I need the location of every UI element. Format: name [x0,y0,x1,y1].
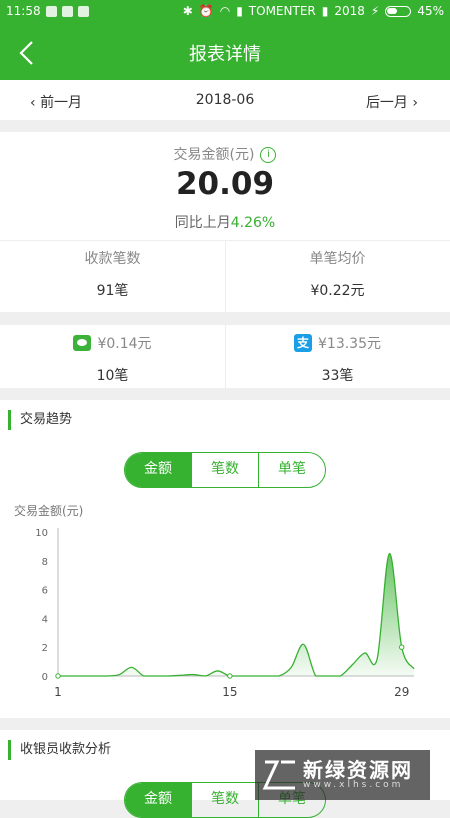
trend-chart: 0 2 4 6 8 10 1 15 29 [35,528,415,699]
watermark-text: 新绿资源网 [303,758,413,782]
page-title: 报表详情 [189,44,261,65]
signal-icon: ▮ [321,4,329,18]
data-point [399,644,405,650]
count-cell: 收款笔数 91笔 [0,248,225,300]
avg-value: ¥0.22元 [310,283,365,299]
status-year: 2018 [334,4,365,18]
x-tick-label: 1 [54,685,62,699]
app-header: 报表详情 [0,24,450,80]
y-tick-label: 10 [35,528,48,539]
summary-card: 交易金额(元) i 20.09 同比上月4.26% 收款笔数 91笔 单笔均价 ¥… [0,132,450,312]
alipay-cell: 支 ¥13.35元 33笔 [225,333,450,385]
notification-icon [77,5,89,17]
data-point [227,673,233,679]
y-tick-label: 2 [42,643,48,654]
status-bar: 11:58 ✱ ⏰ ◠ ▮ TOMENTER ▮ 2018 ⚡ 45% [0,0,450,24]
section-title: 交易趋势 [8,410,72,430]
x-tick-label: 15 [222,685,237,699]
alipay-amount: ¥13.35元 [318,336,381,352]
trend-tab-group: 金额 笔数 单笔 [124,452,326,488]
count-value: 91笔 [96,283,129,299]
status-time: 11:58 [6,4,41,18]
trend-section: 交易趋势 金额 笔数 单笔 交易金额(元) 0 2 4 6 8 10 1 15 29 [0,400,450,718]
notification-icon [61,5,73,17]
yoy-row: 同比上月4.26% [0,212,450,232]
yoy-label: 同比上月 [174,215,231,231]
y-axis-label: 交易金额(元) [14,504,84,518]
avg-cell: 单笔均价 ¥0.22元 [225,248,450,300]
next-month-button[interactable]: 后一月 › [366,92,418,112]
battery-icon [385,5,412,17]
y-tick-label: 4 [42,614,48,625]
y-tick-label: 6 [42,586,48,597]
tab-single[interactable]: 单笔 [258,453,325,487]
month-navigation: ‹ 前一月 2018-06 后一月 › [0,80,450,120]
wechat-amount: ¥0.14元 [97,336,152,352]
alipay-count: 33笔 [321,368,354,384]
watermark-logo-icon [262,760,295,790]
wechat-cell: ¥0.14元 10笔 [0,333,225,385]
series-area [58,553,414,676]
charging-icon: ⚡ [370,4,380,18]
tab-amount[interactable]: 金额 [125,783,191,817]
avg-label: 单笔均价 [309,251,366,267]
tab-count[interactable]: 笔数 [191,783,258,817]
carrier-label: TOMENTER [248,4,316,18]
signal-icon: ▮ [236,4,243,18]
yoy-value: 4.26% [230,215,276,231]
wifi-icon: ◠ [219,4,231,18]
amount-label: 交易金额(元) [173,147,255,163]
battery-percent: 45% [417,4,444,18]
data-point [55,673,61,679]
next-month-label: 后一月 [365,95,408,111]
payment-breakdown: ¥0.14元 10笔 支 ¥13.35元 33笔 [0,325,450,388]
wechat-count: 10笔 [96,368,129,384]
tab-amount[interactable]: 金额 [125,453,191,487]
alipay-icon: 支 [294,334,312,352]
x-tick-label: 29 [394,685,409,699]
section-title: 收银员收款分析 [8,740,111,760]
chevron-right-icon: › [412,95,418,111]
wechat-pay-icon [73,335,92,351]
y-tick-label: 8 [42,557,48,568]
amount-label-row: 交易金额(元) i [0,144,450,164]
watermark-url: www.xlhs.com [303,780,404,790]
tab-count[interactable]: 笔数 [191,453,258,487]
info-icon[interactable]: i [260,147,277,163]
y-tick-label: 0 [42,672,48,683]
total-amount: 20.09 [175,166,275,202]
notification-icon [45,5,57,17]
alarm-icon: ⏰ [198,4,214,18]
watermark: 新绿资源网 www.xlhs.com [255,750,430,800]
count-label: 收款笔数 [84,251,141,267]
bluetooth-icon: ✱ [182,4,193,18]
